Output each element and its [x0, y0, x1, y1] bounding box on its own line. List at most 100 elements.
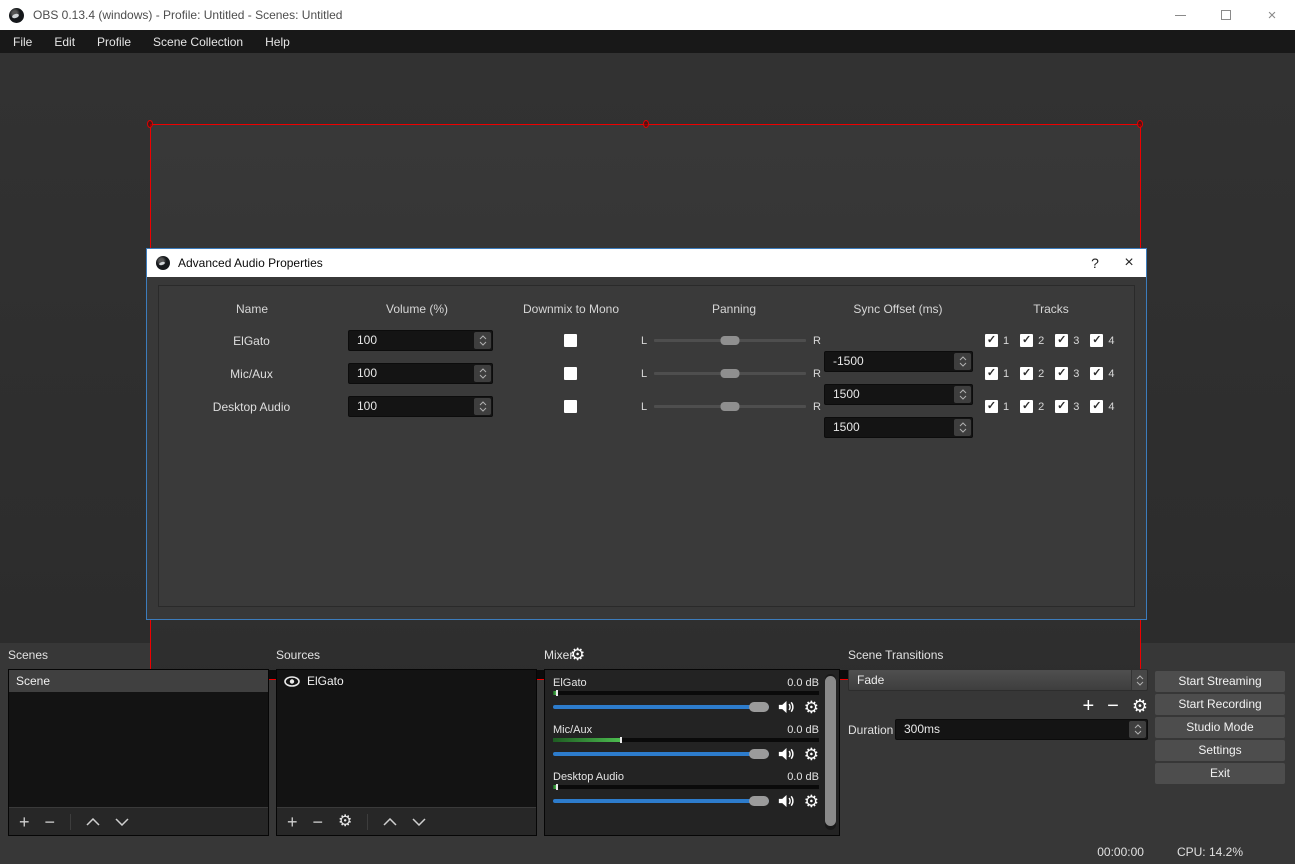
start-recording-button[interactable]: Start Recording [1155, 694, 1285, 715]
pan-slider-handle[interactable] [720, 336, 740, 345]
sources-list[interactable]: ElGato + − ⚙ [276, 669, 537, 836]
channel-gear-button[interactable]: ⚙ [804, 793, 819, 810]
remove-source-button[interactable]: − [313, 813, 324, 831]
transition-select-spinner[interactable] [1131, 670, 1147, 690]
volume-fader[interactable] [553, 749, 769, 759]
move-source-down-button[interactable] [412, 817, 426, 826]
minimize-button[interactable] [1157, 0, 1203, 30]
resize-handle-top-right[interactable] [1137, 120, 1143, 128]
track-1-checkbox[interactable]: ✓ [985, 400, 998, 413]
track-3-checkbox[interactable]: ✓ [1055, 400, 1069, 413]
transition-properties-gear-button[interactable]: ⚙ [1132, 697, 1148, 715]
fader-handle[interactable] [748, 702, 769, 712]
menu-profile[interactable]: Profile [86, 31, 142, 53]
studio-mode-button[interactable]: Studio Mode [1155, 717, 1285, 738]
track-2-label: 2 [1038, 367, 1045, 380]
cpu-usage: CPU: 14.2% [1176, 845, 1243, 859]
remove-scene-button[interactable]: − [45, 813, 56, 831]
track-4-label: 4 [1108, 400, 1115, 413]
volume-spinbox[interactable]: 100 [348, 330, 493, 351]
downmix-checkbox[interactable] [564, 334, 577, 347]
dialog-close-button[interactable]: × [1112, 249, 1146, 277]
maximize-button[interactable] [1203, 0, 1249, 30]
scene-list-item[interactable]: Scene [9, 670, 268, 692]
fader-handle[interactable] [748, 796, 769, 806]
start-streaming-button[interactable]: Start Streaming [1155, 671, 1285, 692]
pan-slider[interactable] [654, 402, 807, 411]
track-2-checkbox[interactable]: ✓ [1020, 367, 1034, 380]
pan-slider[interactable] [654, 336, 807, 345]
sync-offset-spinbox[interactable]: 1500 [824, 417, 973, 438]
volume-spinbox[interactable]: 100 [348, 363, 493, 384]
track-4-checkbox[interactable]: ✓ [1090, 367, 1104, 380]
add-transition-button[interactable]: + [1082, 696, 1094, 716]
dialog-obs-logo-icon [156, 256, 170, 270]
track-1-label: 1 [1003, 400, 1010, 413]
pan-slider-handle[interactable] [720, 402, 740, 411]
resize-handle-top-center[interactable] [643, 120, 649, 128]
duration-spinbox[interactable]: 300ms [895, 719, 1148, 740]
speaker-icon[interactable] [778, 794, 795, 808]
spinner-buttons[interactable] [474, 398, 491, 415]
track-3-checkbox[interactable]: ✓ [1055, 334, 1069, 347]
transition-select[interactable]: Fade [848, 669, 1148, 691]
track-4-checkbox[interactable]: ✓ [1090, 400, 1104, 413]
channel-db: 0.0 dB [787, 723, 819, 736]
exit-button[interactable]: Exit [1155, 763, 1285, 784]
menu-file[interactable]: File [2, 31, 43, 53]
menu-scene-collection[interactable]: Scene Collection [142, 31, 254, 53]
speaker-icon[interactable] [778, 747, 795, 761]
pan-left-label: L [641, 334, 648, 347]
dialog-titlebar[interactable]: Advanced Audio Properties ? × [147, 249, 1146, 277]
pan-slider[interactable] [654, 369, 807, 378]
dialog-help-button[interactable]: ? [1078, 249, 1112, 277]
resize-handle-top-left[interactable] [147, 120, 153, 128]
mixer-scrollbar-thumb[interactable] [825, 676, 836, 826]
channel-gear-button[interactable]: ⚙ [804, 699, 819, 716]
volume-fader[interactable] [553, 796, 769, 806]
track-3-checkbox[interactable]: ✓ [1055, 367, 1069, 380]
source-list-item[interactable]: ElGato [277, 670, 536, 692]
meter-tick [619, 737, 622, 743]
menu-edit[interactable]: Edit [43, 31, 86, 53]
channel-name: ElGato [553, 676, 587, 689]
channel-gear-button[interactable]: ⚙ [804, 746, 819, 763]
sync-offset-value: 1500 [833, 420, 860, 434]
source-properties-gear-button[interactable]: ⚙ [338, 813, 352, 830]
spinner-buttons[interactable] [474, 365, 491, 382]
speaker-icon[interactable] [778, 700, 795, 714]
source-name: Desktop Audio [212, 399, 291, 414]
fader-fill [553, 705, 769, 709]
track-1-label: 1 [1003, 334, 1010, 347]
track-1-checkbox[interactable]: ✓ [985, 367, 998, 380]
fader-handle[interactable] [748, 749, 769, 759]
volume-spinbox[interactable]: 100 [348, 396, 493, 417]
move-scene-up-button[interactable] [86, 817, 100, 826]
chevron-down-icon [959, 428, 966, 433]
move-source-up-button[interactable] [383, 817, 397, 826]
track-4-checkbox[interactable]: ✓ [1090, 334, 1104, 347]
downmix-checkbox[interactable] [564, 367, 577, 380]
track-1-checkbox[interactable]: ✓ [985, 334, 998, 347]
settings-button[interactable]: Settings [1155, 740, 1285, 761]
track-2-checkbox[interactable]: ✓ [1020, 400, 1034, 413]
move-scene-down-button[interactable] [115, 817, 129, 826]
volume-fader[interactable] [553, 702, 769, 712]
mixer-scrollbar[interactable] [825, 674, 836, 830]
add-scene-button[interactable]: + [19, 813, 30, 831]
close-button[interactable]: × [1249, 0, 1295, 30]
meter-fill [553, 738, 620, 742]
remove-transition-button[interactable]: − [1107, 696, 1119, 716]
mixer-settings-gear-button[interactable]: ⚙ [570, 645, 585, 665]
track-2-checkbox[interactable]: ✓ [1020, 334, 1034, 347]
downmix-checkbox[interactable] [564, 400, 577, 413]
spinner-buttons[interactable] [954, 419, 971, 436]
menu-help[interactable]: Help [254, 31, 301, 53]
scenes-list[interactable]: Scene + − [8, 669, 269, 836]
volume-meter [553, 737, 819, 743]
pan-slider-handle[interactable] [720, 369, 740, 378]
add-source-button[interactable]: + [287, 813, 298, 831]
spinner-buttons[interactable] [1129, 721, 1146, 738]
visibility-eye-icon[interactable] [284, 675, 300, 687]
spinner-buttons[interactable] [474, 332, 491, 349]
